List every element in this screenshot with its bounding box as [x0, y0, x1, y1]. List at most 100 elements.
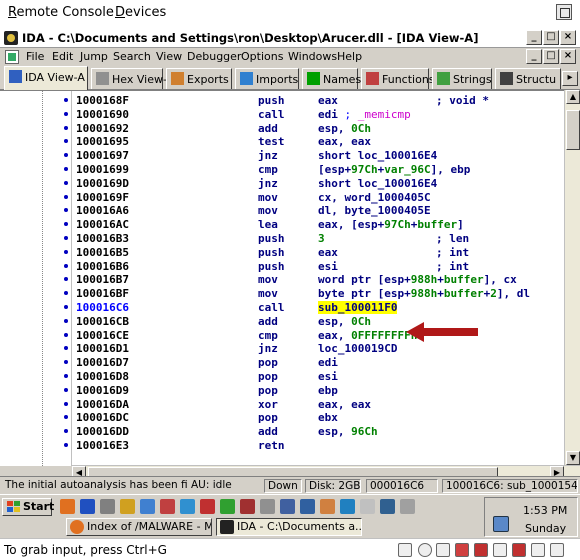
operand-part[interactable]: edi — [318, 356, 338, 369]
operand-part[interactable]: loc_100019CD — [318, 342, 397, 355]
code-operands[interactable]: loc_100019CD — [318, 342, 397, 356]
sound-icon[interactable] — [512, 543, 526, 557]
code-mnemonic[interactable]: add — [258, 315, 278, 329]
minimize-button[interactable]: _ — [526, 30, 542, 45]
code-mnemonic[interactable]: add — [258, 122, 278, 136]
task-ida[interactable]: IDA - C:\Documents a... — [216, 518, 362, 536]
code-mnemonic[interactable]: jnz — [258, 342, 278, 356]
kb-icon[interactable] — [340, 499, 355, 514]
green-tool-icon[interactable] — [220, 499, 235, 514]
operand-part[interactable]: ], ebp — [431, 163, 471, 176]
code-mnemonic[interactable]: push — [258, 94, 285, 108]
code-address[interactable]: 100016C6 — [76, 301, 129, 315]
code-address[interactable]: 100016D7 — [76, 356, 129, 370]
fullscreen-icon[interactable] — [556, 4, 572, 20]
windows-explorer-icon[interactable] — [140, 499, 155, 514]
operand-part[interactable]: word ptr [esp+ — [318, 273, 411, 286]
code-mnemonic[interactable]: jnz — [258, 177, 278, 191]
ie-icon[interactable] — [80, 499, 95, 514]
tab-names[interactable]: Names — [302, 68, 361, 89]
operand-part[interactable]: eax, eax — [318, 135, 371, 148]
operand-part[interactable]: esi — [318, 370, 338, 383]
operand-part[interactable]: ], cx — [484, 273, 517, 286]
maximize-button[interactable]: □ — [543, 30, 559, 45]
code-operands[interactable]: esi — [318, 370, 338, 384]
menu-options[interactable]: Options — [241, 50, 283, 63]
operand-part[interactable]: 0Ch — [351, 122, 371, 135]
code-address[interactable]: 100016B7 — [76, 273, 129, 287]
code-mnemonic[interactable]: lea — [258, 218, 278, 232]
operand-part[interactable]: cx, word_1000405C — [318, 191, 431, 204]
clock-time[interactable]: 1:53 PM — [523, 504, 567, 517]
pc-icon[interactable] — [360, 499, 375, 514]
code-address[interactable]: 100016B3 — [76, 232, 129, 246]
code-address[interactable]: 1000168F — [76, 94, 129, 108]
function-name[interactable]: _memicmp — [358, 108, 411, 121]
code-address[interactable]: 1000169F — [76, 191, 129, 205]
operand-part[interactable]: ] — [457, 218, 464, 231]
menu-view[interactable]: View — [156, 50, 182, 63]
operand-part[interactable]: + — [437, 287, 444, 300]
operand-part[interactable]: esi — [318, 260, 338, 273]
code-mnemonic[interactable]: mov — [258, 287, 278, 301]
code-mnemonic[interactable]: mov — [258, 273, 278, 287]
code-mnemonic[interactable]: retn — [258, 439, 285, 453]
cmd-icon[interactable] — [100, 499, 115, 514]
operand-part[interactable]: short loc_100016E4 — [318, 177, 437, 190]
code-address[interactable]: 100016CB — [76, 315, 129, 329]
tab-imports[interactable]: Imports — [235, 68, 299, 89]
code-address[interactable]: 10001690 — [76, 108, 129, 122]
code-operands[interactable]: sub_100011F0 — [318, 301, 398, 315]
operand-part[interactable]: dl, byte_1000405E — [318, 204, 431, 217]
operand-part[interactable]: buffer — [444, 287, 484, 300]
document-icon[interactable] — [5, 50, 19, 64]
code-address[interactable]: 100016CE — [76, 329, 129, 343]
code-address[interactable]: 100016E3 — [76, 439, 129, 453]
firefox-icon[interactable] — [60, 499, 75, 514]
operand-part[interactable]: ], dl — [497, 287, 530, 300]
operand-part[interactable]: var_96C — [384, 163, 430, 176]
network-tool-icon[interactable] — [180, 499, 195, 514]
tab-exports[interactable]: Exports — [166, 68, 232, 89]
device-icon[interactable] — [398, 543, 412, 557]
code-operands[interactable]: eax, [esp+97Ch+buffer] — [318, 218, 464, 232]
code-mnemonic[interactable]: pop — [258, 384, 278, 398]
menu-search[interactable]: Search — [113, 50, 151, 63]
printer-icon[interactable] — [493, 543, 507, 557]
mdi-close-button[interactable]: × — [560, 49, 576, 64]
code-mnemonic[interactable]: jnz — [258, 149, 278, 163]
tab-functions[interactable]: Functions — [361, 68, 435, 89]
globe-icon[interactable] — [300, 499, 315, 514]
code-address[interactable]: 100016B5 — [76, 246, 129, 260]
code-address[interactable]: 10001692 — [76, 122, 129, 136]
red-tool-icon[interactable] — [240, 499, 255, 514]
code-address[interactable]: 10001695 — [76, 135, 129, 149]
bug-icon[interactable] — [200, 499, 215, 514]
menu-file[interactable]: File — [26, 50, 44, 63]
code-mnemonic[interactable]: push — [258, 246, 285, 260]
code-address[interactable]: 100016DD — [76, 425, 129, 439]
operand-part[interactable]: 0Ch — [351, 315, 371, 328]
tab-structures[interactable]: Structu — [495, 68, 561, 89]
code-operands[interactable]: eax, eax — [318, 135, 371, 149]
scroll-up-icon[interactable]: ▲ — [566, 90, 580, 104]
operand-part[interactable]: 97Ch — [351, 163, 378, 176]
tab-hex-view-a[interactable]: Hex View-A — [91, 68, 174, 89]
tab-ida-view-a[interactable]: IDA View-A — [4, 66, 88, 90]
code-operands[interactable]: esp, 0Ch — [318, 122, 371, 136]
network-icon[interactable] — [493, 516, 509, 532]
operand-part[interactable]: 3 — [318, 232, 325, 245]
close-button[interactable]: × — [560, 30, 576, 45]
code-address[interactable]: 10001697 — [76, 149, 129, 163]
code-operands[interactable]: edi ; _memicmp — [318, 108, 411, 122]
menu-debugger[interactable]: Debugger — [187, 50, 241, 63]
code-mnemonic[interactable]: mov — [258, 191, 278, 205]
search-tool-icon[interactable] — [280, 499, 295, 514]
operand-part[interactable]: 988h — [411, 273, 438, 286]
code-operands[interactable]: short loc_100016E4 — [318, 177, 437, 191]
code-mnemonic[interactable]: pop — [258, 356, 278, 370]
scroll-down-icon[interactable]: ▼ — [566, 451, 580, 465]
disassembly-view[interactable]: 1000168F push eax ; void * 10001690 call edi ;… — [0, 90, 580, 466]
code-mnemonic[interactable]: call — [258, 301, 285, 315]
operand-part[interactable]: ; — [345, 108, 358, 121]
